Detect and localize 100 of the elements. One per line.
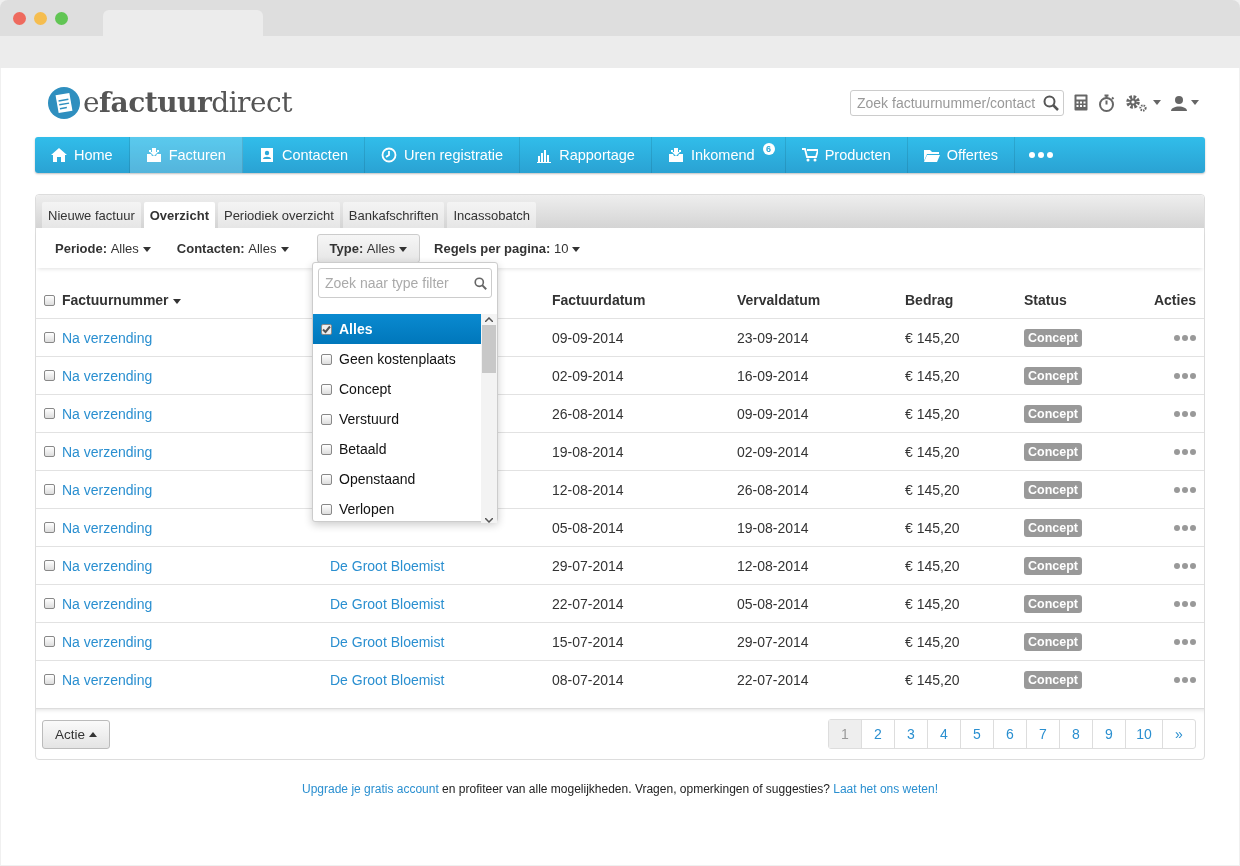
more-icon[interactable]	[1174, 600, 1196, 607]
checkbox[interactable]	[44, 332, 55, 343]
scroll-up-icon[interactable]	[485, 317, 493, 322]
calculator-icon[interactable]	[1074, 94, 1088, 111]
column-header[interactable]: Factuurdatum	[552, 292, 646, 308]
page-button[interactable]: 4	[927, 720, 960, 748]
filter-option[interactable]: Betaald	[313, 434, 481, 464]
column-header[interactable]: Acties	[1153, 292, 1196, 308]
filter-option[interactable]: Verlopen	[313, 494, 481, 523]
more-icon[interactable]	[1174, 676, 1196, 683]
nav-tab[interactable]: Uren registratie	[365, 137, 521, 173]
contact-link[interactable]: De Groot Bloemist	[330, 671, 445, 688]
more-icon[interactable]	[1174, 562, 1196, 569]
filter-option[interactable]: Geen kostenplaats	[313, 344, 481, 374]
contact-link[interactable]: De Groot Bloemist	[330, 633, 445, 650]
checkbox[interactable]	[321, 473, 332, 485]
page-button[interactable]: 9	[1092, 720, 1125, 748]
nav-tab[interactable]: Home	[35, 137, 130, 173]
more-icon[interactable]	[1174, 334, 1196, 341]
search-field[interactable]: Zoek naar type filter	[318, 268, 492, 298]
upgrade-link[interactable]: Upgrade je gratis account	[302, 782, 439, 796]
scroll-down-icon[interactable]	[485, 518, 493, 523]
more-icon[interactable]	[1174, 524, 1196, 531]
filter-dropdown[interactable]: Regels per pagina: 10	[434, 234, 593, 262]
page-button[interactable]: 6	[993, 720, 1026, 748]
scrollbar[interactable]	[481, 314, 497, 523]
nav-tab[interactable]: Facturen	[129, 137, 243, 173]
nav-tab[interactable]: Inkomend 6	[651, 137, 786, 173]
tab[interactable]: Incassobatch	[447, 202, 536, 228]
tab[interactable]: Nieuwe factuur	[42, 202, 141, 228]
more-icon[interactable]	[1174, 410, 1196, 417]
filter-option[interactable]: Openstaand	[313, 464, 481, 494]
page-button[interactable]: 1	[829, 720, 861, 748]
checkbox[interactable]	[44, 522, 55, 533]
tab[interactable]: Bankafschriften	[342, 202, 445, 228]
status-badge: Concept	[1024, 404, 1082, 423]
nav-tab[interactable]: Rapportage	[520, 137, 652, 173]
checkbox[interactable]	[44, 446, 55, 457]
search-field[interactable]: Zoek factuurnummer/contact	[850, 89, 1064, 116]
column-header[interactable]: Bedrag	[905, 292, 954, 308]
invoice-number-link[interactable]: Na verzending	[62, 367, 153, 384]
page-button[interactable]: 7	[1026, 720, 1059, 748]
invoice-number-link[interactable]: Na verzending	[62, 671, 153, 688]
more-icon[interactable]	[1174, 638, 1196, 645]
invoice-number-link[interactable]: Na verzending	[62, 595, 153, 612]
status-badge: Concept	[1024, 556, 1082, 575]
checkbox[interactable]	[321, 383, 332, 395]
window-close-button[interactable]	[13, 11, 26, 25]
user-menu[interactable]	[1171, 94, 1199, 111]
filter-dropdown[interactable]: Contacten: Alles	[176, 234, 301, 262]
checkbox[interactable]	[321, 323, 332, 335]
invoice-number-link[interactable]: Na verzending	[62, 481, 153, 498]
page-button[interactable]: 5	[960, 720, 993, 748]
tab[interactable]: Overzicht	[143, 202, 215, 228]
action-button[interactable]: Actie	[42, 719, 110, 749]
page-button[interactable]: »	[1162, 720, 1195, 748]
checkbox[interactable]	[44, 636, 55, 647]
filter-dropdown[interactable]: Type: Alles	[316, 233, 420, 263]
invoice-number-link[interactable]: Na verzending	[62, 557, 153, 574]
more-icon[interactable]	[1174, 448, 1196, 455]
column-header[interactable]: Factuurnummer	[62, 292, 181, 308]
checkbox[interactable]	[321, 503, 332, 515]
checkbox[interactable]	[321, 353, 332, 365]
invoice-number-link[interactable]: Na verzending	[62, 329, 153, 346]
invoice-number-link[interactable]: Na verzending	[62, 443, 153, 460]
column-header[interactable]: Vervaldatum	[737, 292, 821, 308]
filter-option[interactable]: Verstuurd	[313, 404, 481, 434]
page-button[interactable]: 3	[894, 720, 927, 748]
table-cell: 19-08-2014	[737, 519, 809, 536]
checkbox[interactable]	[44, 370, 55, 381]
nav-tab[interactable]: Offertes	[907, 137, 1016, 173]
contact-link[interactable]: De Groot Bloemist	[330, 595, 445, 612]
nav-tab[interactable]: Producten	[785, 137, 908, 173]
more-icon[interactable]	[1174, 486, 1196, 493]
checkbox[interactable]	[44, 484, 55, 495]
page-button[interactable]: 8	[1059, 720, 1092, 748]
column-header[interactable]: Status	[1024, 292, 1067, 308]
select-all-checkbox[interactable]	[44, 294, 55, 306]
invoice-number-link[interactable]: Na verzending	[62, 633, 153, 650]
contact-link[interactable]: Laat het ons weten!	[833, 782, 938, 796]
invoice-number-link[interactable]: Na verzending	[62, 519, 153, 536]
more-icon[interactable]	[1174, 372, 1196, 379]
settings-menu[interactable]	[1125, 93, 1161, 112]
contact-link[interactable]: De Groot Bloemist	[330, 557, 445, 574]
checkbox[interactable]	[44, 408, 55, 419]
page-button[interactable]: 2	[861, 720, 894, 748]
checkbox[interactable]	[321, 443, 332, 455]
filter-option[interactable]: Concept	[313, 374, 481, 404]
checkbox[interactable]	[44, 598, 55, 609]
checkbox[interactable]	[44, 674, 55, 685]
filter-option[interactable]: Alles	[313, 314, 481, 344]
nav-tab[interactable]: Contacten	[242, 137, 366, 173]
filter-dropdown[interactable]: Periode: Alles	[55, 234, 163, 262]
scrollbar-thumb[interactable]	[482, 325, 496, 373]
checkbox[interactable]	[44, 560, 55, 571]
stopwatch-icon[interactable]	[1098, 93, 1115, 112]
invoice-number-link[interactable]: Na verzending	[62, 405, 153, 422]
page-button[interactable]: 10	[1125, 720, 1162, 748]
tab[interactable]: Periodiek overzicht	[217, 202, 340, 228]
checkbox[interactable]	[321, 413, 332, 425]
